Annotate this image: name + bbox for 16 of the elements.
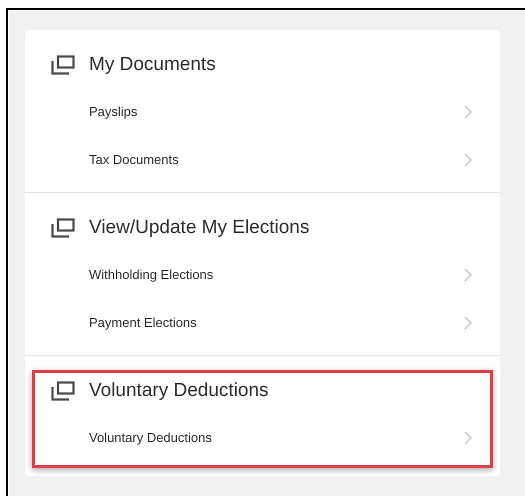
window-stack-icon xyxy=(51,218,75,238)
section-title: Voluntary Deductions xyxy=(89,378,269,403)
chevron-right-icon xyxy=(464,431,472,445)
menu-link[interactable]: Withholding Elections xyxy=(51,251,474,299)
menu-link[interactable]: Tax Documents xyxy=(51,136,474,184)
menu-link[interactable]: Voluntary Deductions xyxy=(51,414,474,462)
chevron-right-icon xyxy=(464,316,472,330)
chevron-right-icon xyxy=(464,153,472,167)
window-stack-icon xyxy=(51,381,75,401)
chevron-right-icon xyxy=(464,268,472,282)
menu-link[interactable]: Payment Elections xyxy=(51,299,474,347)
section-title: My Documents xyxy=(89,52,216,77)
chevron-right-icon xyxy=(464,105,472,119)
menu-link[interactable]: Payslips xyxy=(51,88,474,136)
section-title: View/Update My Elections xyxy=(89,216,310,240)
window-stack-icon xyxy=(51,55,75,75)
